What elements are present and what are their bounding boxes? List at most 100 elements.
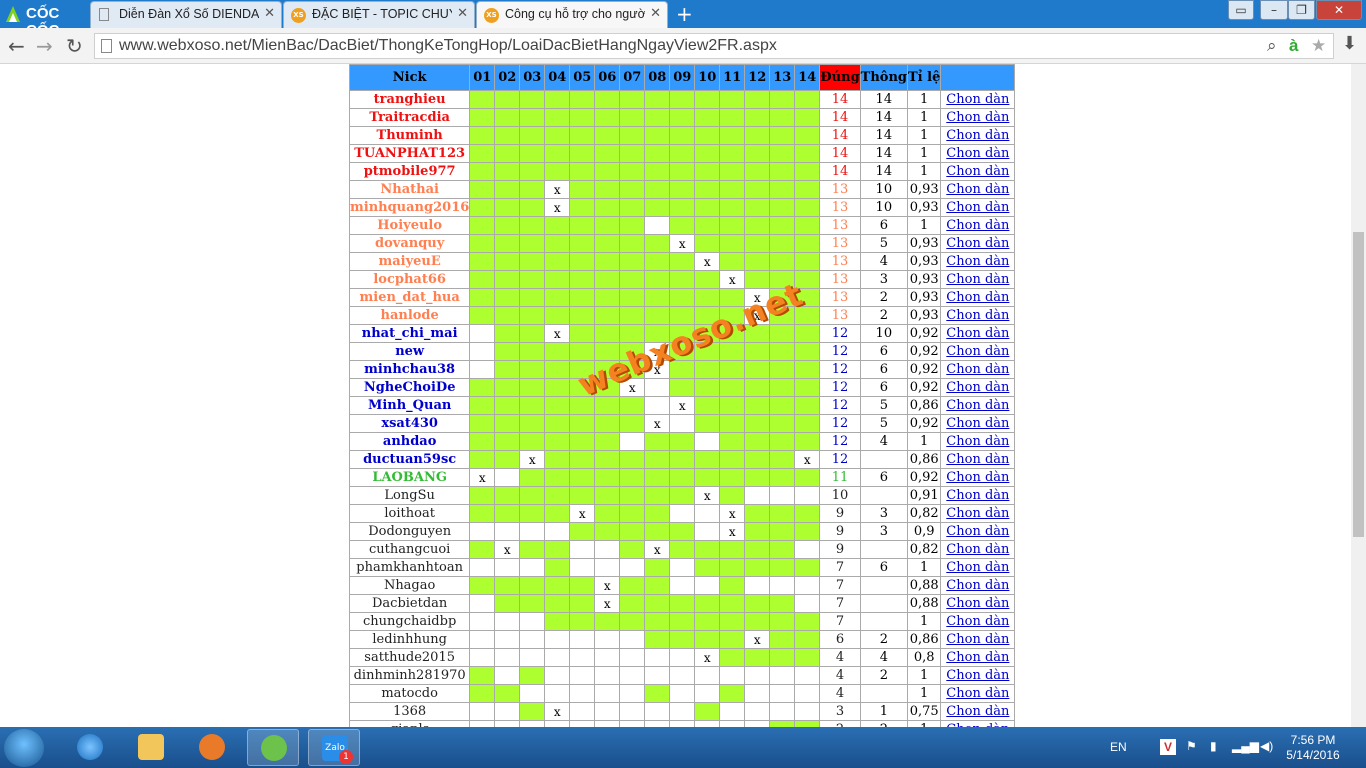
dung-cell: 14 (819, 144, 861, 163)
profile-icon[interactable]: ▭ (1228, 0, 1254, 20)
day-cell: x (594, 576, 621, 595)
scrollbar[interactable] (1351, 64, 1366, 727)
taskbar-coccoc[interactable] (247, 729, 299, 766)
day-cell (569, 666, 596, 685)
day-cell (769, 540, 796, 559)
chon-dan-link[interactable]: Chon dàn (946, 344, 1009, 359)
chon-dan-link[interactable]: Chon dàn (946, 128, 1009, 143)
minimize-icon[interactable]: – (1260, 0, 1288, 20)
chon-dan-link[interactable]: Chon dàn (946, 488, 1009, 503)
chon-dan-link[interactable]: Chon dàn (946, 236, 1009, 251)
page-info-icon (101, 39, 112, 53)
taskbar-media[interactable] (186, 729, 238, 766)
chon-dan-link[interactable]: Chon dàn (946, 92, 1009, 107)
close-tab-icon[interactable]: ✕ (650, 6, 661, 21)
tab-diendan[interactable]: Diễn Đàn Xổ Số DIENDANXOSO.NET ✕ (90, 1, 282, 28)
chon-dan-link[interactable]: Chon dàn (946, 398, 1009, 413)
day-cell (594, 486, 621, 505)
day-cell: x (694, 486, 721, 505)
day-cell (694, 630, 721, 649)
translate-icon[interactable]: à (1289, 36, 1298, 56)
day-cell (594, 630, 621, 649)
thong-cell (859, 540, 909, 559)
thong-cell: 3 (859, 522, 909, 541)
taskbar-ie[interactable] (64, 729, 116, 766)
language-indicator[interactable]: EN (1110, 740, 1127, 754)
chon-dan-link[interactable]: Chon dàn (946, 182, 1009, 197)
chon-dan-link[interactable]: Chon dàn (946, 326, 1009, 341)
day-cell (594, 270, 621, 289)
coccoc-logo[interactable]: CỐC CỐC (2, 2, 88, 39)
scrollbar-thumb[interactable] (1353, 232, 1364, 537)
chon-dan-link[interactable]: Chon dàn (946, 380, 1009, 395)
clock[interactable]: 7:56 PM 5/14/2016 (1278, 733, 1348, 763)
chon-dan-link[interactable]: Chon dàn (946, 452, 1009, 467)
restore-icon[interactable]: ❐ (1288, 0, 1315, 20)
dung-cell: 14 (819, 90, 861, 109)
nick-cell: ductuan59sc (348, 450, 471, 469)
volume-icon[interactable]: ◀) (1260, 739, 1273, 753)
taskbar-explorer[interactable] (125, 729, 177, 766)
close-tab-icon[interactable]: ✕ (457, 6, 468, 21)
chon-dan-link[interactable]: Chon dàn (946, 614, 1009, 629)
download-icon[interactable]: ⬇ (1342, 33, 1357, 54)
zoom-icon[interactable]: ⌕ (1267, 36, 1277, 56)
day-cell (569, 558, 596, 577)
chon-dan-link[interactable]: Chon dàn (946, 290, 1009, 305)
reload-icon[interactable]: ↻ (66, 34, 83, 58)
tab-congcu[interactable]: XS Công cụ hỗ trợ cho người chơi ✕ (476, 1, 668, 28)
chon-dan-link[interactable]: Chon dàn (946, 596, 1009, 611)
close-tab-icon[interactable]: ✕ (264, 6, 275, 21)
day-cell (644, 198, 671, 217)
chon-dan-link[interactable]: Chon dàn (946, 146, 1009, 161)
forward-icon[interactable]: → (36, 34, 53, 58)
chon-dan-link[interactable]: Chon dàn (946, 272, 1009, 287)
chon-dan-link[interactable]: Chon dàn (946, 578, 1009, 593)
chon-dan-link[interactable]: Chon dàn (946, 686, 1009, 701)
flag-icon[interactable]: ⚑ (1186, 739, 1197, 753)
day-cell (769, 270, 796, 289)
chon-dan-link[interactable]: Chon dàn (946, 416, 1009, 431)
day-cell (644, 666, 671, 685)
day-cell (769, 666, 796, 685)
new-tab-icon[interactable]: + (676, 2, 693, 26)
chon-dan-link[interactable]: Chon dàn (946, 218, 1009, 233)
close-window-icon[interactable]: ✕ (1316, 0, 1362, 20)
url-field[interactable]: www.webxoso.net/MienBac/DacBiet/ThongKeT… (94, 33, 1334, 59)
chon-dan-link[interactable]: Chon dàn (946, 470, 1009, 485)
chon-dan-link[interactable]: Chon dàn (946, 308, 1009, 323)
vietkey-icon[interactable]: V (1160, 739, 1176, 755)
day-cell (694, 522, 721, 541)
tab-dacbiet[interactable]: XS ĐẶC BIỆT - TOPIC CHUYÊN ✕ (283, 1, 475, 28)
chon-dan-link[interactable]: Chon dàn (946, 560, 1009, 575)
day-cell (769, 324, 796, 343)
chon-dan-link[interactable]: Chon dàn (946, 164, 1009, 179)
chon-dan-link[interactable]: Chon dàn (946, 506, 1009, 521)
chon-dan-link[interactable]: Chon dàn (946, 110, 1009, 125)
chon-dan-link[interactable]: Chon dàn (946, 542, 1009, 557)
bookmark-star-icon[interactable]: ★ (1311, 36, 1326, 56)
day-cell: x (519, 450, 546, 469)
day-cell (694, 144, 721, 163)
signal-icon[interactable]: ▂▄▆ (1232, 739, 1259, 753)
day-cell (469, 342, 496, 361)
day-cell (644, 450, 671, 469)
thong-cell: 2 (859, 306, 909, 325)
back-icon[interactable]: ← (8, 34, 25, 58)
day-cell (769, 144, 796, 163)
chon-dan-link[interactable]: Chon dàn (946, 668, 1009, 683)
chon-dan-link[interactable]: Chon dàn (946, 362, 1009, 377)
chon-dan-link[interactable]: Chon dàn (946, 632, 1009, 647)
chon-dan-link[interactable]: Chon dàn (946, 524, 1009, 539)
day-cell: x (719, 504, 746, 523)
table-row: chungchaidbp 7 1 Chon dàn (348, 612, 1016, 631)
taskbar-zalo[interactable]: Zalo 1 (308, 729, 360, 766)
chon-dan-link[interactable]: Chon dàn (946, 434, 1009, 449)
day-cell (594, 144, 621, 163)
start-button[interactable] (4, 729, 44, 767)
chon-dan-link[interactable]: Chon dàn (946, 704, 1009, 719)
battery-icon[interactable]: ▮ (1210, 739, 1217, 753)
chon-dan-link[interactable]: Chon dàn (946, 650, 1009, 665)
chon-dan-link[interactable]: Chon dàn (946, 254, 1009, 269)
chon-dan-link[interactable]: Chon dàn (946, 200, 1009, 215)
